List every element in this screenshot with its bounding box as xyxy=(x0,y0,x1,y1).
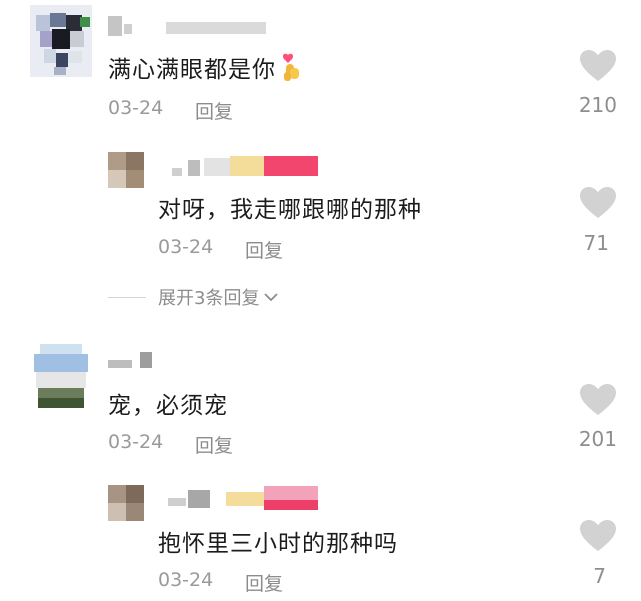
username[interactable] xyxy=(168,486,318,510)
like-heart-icon[interactable] xyxy=(580,384,616,416)
username[interactable] xyxy=(172,156,322,178)
reply-button[interactable]: 回复 xyxy=(245,236,283,263)
reply-date: 03-24 xyxy=(158,236,214,258)
finger-heart-icon xyxy=(280,53,302,89)
username[interactable] xyxy=(108,16,268,36)
comment-date: 03-24 xyxy=(108,431,164,453)
like-heart-icon[interactable] xyxy=(580,50,616,82)
reply-button[interactable]: 回复 xyxy=(245,569,283,596)
chevron-down-icon xyxy=(264,293,279,302)
avatar[interactable] xyxy=(30,5,92,77)
reply-button[interactable]: 回复 xyxy=(195,431,233,458)
reply-date: 03-24 xyxy=(158,569,214,591)
expand-replies-button[interactable]: 展开3条回复 xyxy=(108,284,279,310)
avatar[interactable] xyxy=(108,485,144,521)
like-count: 210 xyxy=(578,93,617,117)
avatar[interactable] xyxy=(108,152,144,188)
reply-text: 对呀，我走哪跟哪的那种 xyxy=(158,197,422,223)
like-heart-icon[interactable] xyxy=(580,187,616,219)
like-count: 71 xyxy=(583,231,609,255)
divider xyxy=(108,296,146,298)
like-count: 7 xyxy=(593,564,606,588)
comment-date: 03-24 xyxy=(108,97,164,119)
like-heart-icon[interactable] xyxy=(580,520,616,552)
like-count: 201 xyxy=(578,427,617,451)
expand-replies-label: 展开3条回复 xyxy=(158,288,260,309)
username[interactable] xyxy=(108,352,168,372)
reply-text: 抱怀里三小时的那种吗 xyxy=(158,531,398,557)
comment-text: 满心满眼都是你 xyxy=(108,50,302,89)
avatar[interactable] xyxy=(30,342,92,408)
reply-button[interactable]: 回复 xyxy=(195,97,233,124)
comment-text: 宠，必须宠 xyxy=(108,393,228,419)
